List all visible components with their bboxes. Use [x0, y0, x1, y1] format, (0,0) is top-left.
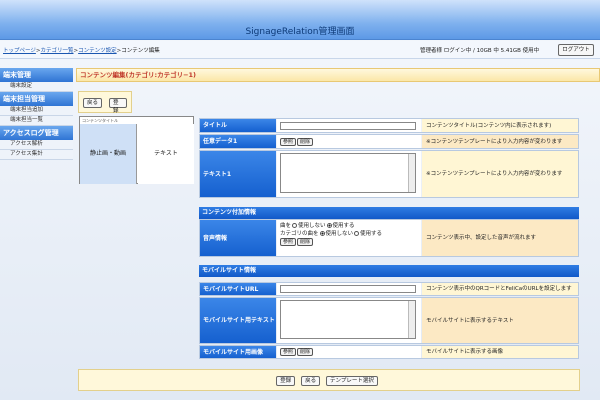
row-text1: テキスト1 ※コンテンツテンプレートにより入力内容が変わります	[199, 150, 579, 198]
mobile-image-field-cell: 参照 削除	[277, 346, 421, 358]
sidebar-section-access-log: アクセスログ管理	[0, 126, 73, 140]
mobile-image-delete-button[interactable]: 削除	[297, 348, 314, 356]
sidebar: 端末管理 端末設定 端末担当管理 端末担当追加 端末担当一覧 アクセスログ管理 …	[0, 68, 73, 160]
text1-field-cell	[277, 151, 421, 197]
footer-button-panel: 登録 戻る テンプレート選択	[78, 369, 580, 391]
category-song-used-radio[interactable]	[354, 231, 360, 236]
text1-textarea[interactable]	[280, 153, 416, 193]
app-title: SignageRelation管理画面	[245, 27, 355, 37]
category-song-label: カテゴリの曲を	[280, 231, 319, 237]
footer-register-button[interactable]: 登録	[276, 376, 296, 386]
top-button-panel: 戻る 登録	[78, 91, 132, 114]
song-used-radio[interactable]	[326, 223, 332, 228]
mobile-text-textarea[interactable]	[280, 300, 416, 339]
text1-note: ※コンテンツテンプレートにより入力内容が変わります	[422, 151, 578, 197]
song-used-label: 使用する	[332, 223, 355, 229]
section-content-extra: コンテンツ付加情報	[199, 207, 579, 219]
optional-data1-note: ※コンテンツテンプレートにより入力内容が変わります	[422, 135, 578, 148]
song-unused-label: 使用しない	[298, 223, 326, 229]
title-input[interactable]	[280, 122, 416, 130]
audio-ref-button[interactable]: 参照	[280, 238, 297, 246]
sidebar-item-access-summary[interactable]: アクセス集計	[0, 150, 73, 160]
mobile-url-input[interactable]	[280, 285, 416, 293]
app-header: SignageRelation管理画面	[0, 0, 600, 40]
optional-data1-ref-button[interactable]: 参照	[280, 138, 297, 146]
song-unused-radio[interactable]	[292, 223, 298, 228]
top-bar: トップページ>カテゴリ一覧>コンテンツ設定>コンテンツ編集 管理者様 ログイン中…	[0, 41, 600, 59]
row-mobile-url: モバイルサイトURL コンテンツ表示中のQRコードとFeliCaのURLを設定し…	[199, 282, 579, 296]
sidebar-item-terminal-settings[interactable]: 端末設定	[0, 82, 73, 92]
audio-delete-button[interactable]: 削除	[297, 238, 314, 246]
mobile-url-field-cell	[277, 283, 421, 295]
mobile-url-note: コンテンツ表示中のQRコードとFeliCaのURLを設定します	[422, 283, 578, 295]
mobile-text-note: モバイルサイトに表示するテキスト	[422, 298, 578, 343]
register-button[interactable]: 登録	[109, 98, 127, 114]
optional-data1-delete-button[interactable]: 削除	[297, 138, 314, 146]
title-label: タイトル	[200, 119, 276, 132]
mobile-text-label: モバイルサイト用テキスト	[200, 298, 276, 343]
mobile-text-field-cell	[277, 298, 421, 343]
user-info: 管理者様 ログイン中 / 10GB 中 5.41GB 使用中	[420, 48, 540, 54]
mobile-image-label: モバイルサイト用画像	[200, 346, 276, 358]
sidebar-section-terminal-staff: 端末担当管理	[0, 92, 73, 106]
breadcrumb-category-list[interactable]: カテゴリ一覧	[41, 48, 74, 54]
breadcrumb-top[interactable]: トップページ	[3, 48, 36, 54]
preview-media-area[interactable]: 静止画・動画	[80, 124, 137, 184]
sidebar-item-staff-list[interactable]: 端末担当一覧	[0, 116, 73, 126]
sidebar-item-access-analysis[interactable]: アクセス解析	[0, 140, 73, 150]
optional-data1-label: 任意データ1	[200, 135, 276, 148]
mobile-image-note: モバイルサイトに表示する画像	[422, 346, 578, 358]
sidebar-section-terminal: 端末管理	[0, 68, 73, 82]
category-song-unused-label: 使用しない	[325, 231, 354, 237]
logout-button[interactable]: ログアウト	[558, 44, 594, 56]
category-song-unused-radio[interactable]	[319, 231, 325, 236]
song-label: 曲を	[280, 223, 292, 229]
row-mobile-image: モバイルサイト用画像 参照 削除 モバイルサイトに表示する画像	[199, 345, 579, 359]
section-mobile: モバイルサイト情報	[199, 265, 579, 277]
title-field-cell	[277, 119, 421, 132]
back-button[interactable]: 戻る	[83, 98, 103, 108]
row-optional-data1: 任意データ1 参照 削除 ※コンテンツテンプレートにより入力内容が変わります	[199, 134, 579, 149]
audio-field-cell: 曲を 使用しない 使用する カテゴリの曲を 使用しない 使用する 参照 削除	[277, 220, 421, 256]
row-mobile-text: モバイルサイト用テキスト モバイルサイトに表示するテキスト	[199, 297, 579, 344]
mobile-image-ref-button[interactable]: 参照	[280, 348, 297, 356]
row-audio: 音声情報 曲を 使用しない 使用する カテゴリの曲を 使用しない 使用する 参照 削除 コ…	[199, 219, 579, 257]
template-select-button[interactable]: テンプレート選択	[326, 376, 378, 386]
page-title: コンテンツ編集(カテゴリ:カテゴリ−1)	[76, 68, 600, 82]
footer-back-button[interactable]: 戻る	[301, 376, 321, 386]
breadcrumb: トップページ>カテゴリ一覧>コンテンツ設定>コンテンツ編集	[3, 48, 160, 54]
audio-label: 音声情報	[200, 220, 276, 256]
optional-data1-field-cell: 参照 削除	[277, 135, 421, 148]
breadcrumb-current: コンテンツ編集	[121, 48, 160, 54]
mobile-url-label: モバイルサイトURL	[200, 283, 276, 295]
row-title: タイトル コンテンツタイトル(コンテンツ内に表示されます)	[199, 118, 579, 133]
text1-label: テキスト1	[200, 151, 276, 197]
sidebar-item-staff-add[interactable]: 端末担当追加	[0, 106, 73, 116]
breadcrumb-content-settings[interactable]: コンテンツ設定	[78, 48, 117, 54]
title-note: コンテンツタイトル(コンテンツ内に表示されます)	[422, 119, 578, 132]
category-song-used-label: 使用する	[360, 231, 383, 237]
content-preview: コンテンツタイトル 静止画・動画 テキスト	[79, 116, 194, 184]
audio-note: コンテンツ表示中、設定した音声が流れます	[422, 220, 578, 256]
preview-text-area[interactable]: テキスト	[138, 124, 194, 184]
